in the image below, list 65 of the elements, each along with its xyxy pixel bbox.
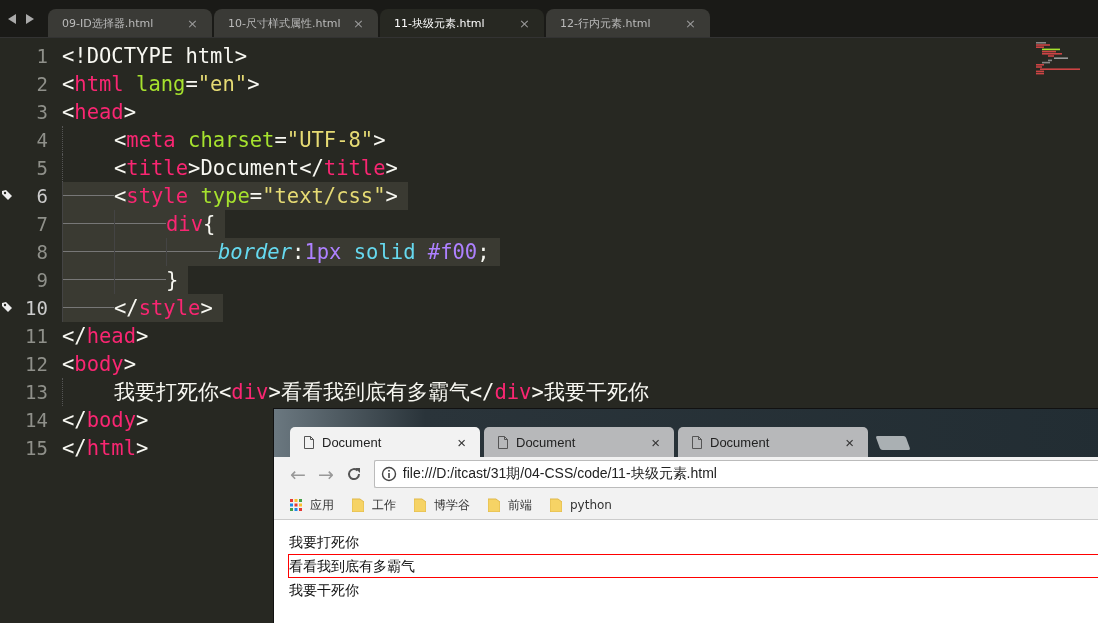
code-line: </head> xyxy=(62,323,150,350)
page-text: 我要打死你 xyxy=(288,533,360,552)
line-number: 2 xyxy=(35,73,48,95)
code-line: div{ xyxy=(166,211,217,238)
line-number: 1 xyxy=(35,45,48,67)
folder-icon xyxy=(488,498,500,512)
close-icon[interactable]: × xyxy=(457,433,466,451)
code-line: <html lang="en"> xyxy=(62,71,261,98)
page-icon xyxy=(304,435,314,449)
code-line: } xyxy=(166,267,180,294)
line-number: 15 xyxy=(24,437,48,459)
browser-tab[interactable]: Document × xyxy=(484,427,674,457)
bookmark-item[interactable]: python xyxy=(550,498,612,512)
line-number: 6 xyxy=(35,185,48,207)
code-line: border:1px solid #f00; xyxy=(218,239,491,266)
bookmark-item[interactable]: 博学谷 xyxy=(414,496,470,514)
page-icon xyxy=(692,435,702,449)
page-text: 看看我到底有多霸气 xyxy=(288,554,1098,578)
close-icon[interactable]: × xyxy=(353,15,364,31)
close-icon[interactable]: × xyxy=(519,15,530,31)
new-tab-button[interactable] xyxy=(875,436,911,450)
close-icon[interactable]: × xyxy=(685,15,696,31)
editor-tab[interactable]: 10-尺寸样式属性.html × xyxy=(214,9,378,37)
code-line: <meta charset="UTF-8"> xyxy=(114,127,387,154)
line-number: 3 xyxy=(35,101,48,123)
line-number: 4 xyxy=(35,129,48,151)
editor-tab[interactable]: 11-块级元素.html × xyxy=(380,9,544,37)
line-number: 11 xyxy=(24,325,48,347)
code-line: <style type="text/css"> xyxy=(114,183,399,210)
code-line: 我要打死你<div>看看我到底有多霸气</div>我要干死你 xyxy=(114,379,650,406)
folder-icon xyxy=(414,498,426,512)
bookmark-item[interactable]: 前端 xyxy=(488,496,532,514)
line-number: 10 xyxy=(24,297,48,319)
folder-icon xyxy=(352,498,364,512)
code-line: <!DOCTYPE html> xyxy=(62,43,249,70)
line-number: 13 xyxy=(24,381,48,403)
bookmark-item[interactable]: 应用 xyxy=(290,496,334,514)
reload-icon[interactable] xyxy=(345,466,362,482)
editor-tab[interactable]: 09-ID选择器.html × xyxy=(48,9,212,37)
tab-scroll-icon[interactable] xyxy=(8,14,34,24)
page-text: 我要干死你 xyxy=(288,581,360,600)
code-line: </html> xyxy=(62,435,150,462)
editor-tab[interactable]: 12-行内元素.html × xyxy=(546,9,710,37)
info-icon xyxy=(380,466,397,482)
apps-grid-icon xyxy=(290,499,302,511)
folder-icon xyxy=(550,498,562,512)
line-number: 8 xyxy=(35,241,48,263)
address-bar[interactable]: file:///D:/itcast/31期/04-CSS/code/11-块级元素.html xyxy=(373,460,1098,488)
page-icon xyxy=(498,435,508,449)
code-line: </body> xyxy=(62,407,150,434)
line-number: 5 xyxy=(35,157,48,179)
line-number: 14 xyxy=(24,409,48,431)
code-line: </style> xyxy=(114,295,214,322)
line-number: 12 xyxy=(24,353,48,375)
code-line: <body> xyxy=(62,351,138,378)
code-line: <head> xyxy=(62,99,138,126)
close-icon[interactable]: × xyxy=(845,433,854,451)
code-line: <title>Document</title> xyxy=(114,155,399,182)
line-number: 7 xyxy=(35,213,48,235)
line-number: 9 xyxy=(35,269,48,291)
bookmark-item[interactable]: 工作 xyxy=(352,496,396,514)
browser-tab[interactable]: Document × xyxy=(290,427,480,457)
close-icon[interactable]: × xyxy=(651,433,660,451)
browser-tab[interactable]: Document × xyxy=(678,427,868,457)
close-icon[interactable]: × xyxy=(187,15,198,31)
